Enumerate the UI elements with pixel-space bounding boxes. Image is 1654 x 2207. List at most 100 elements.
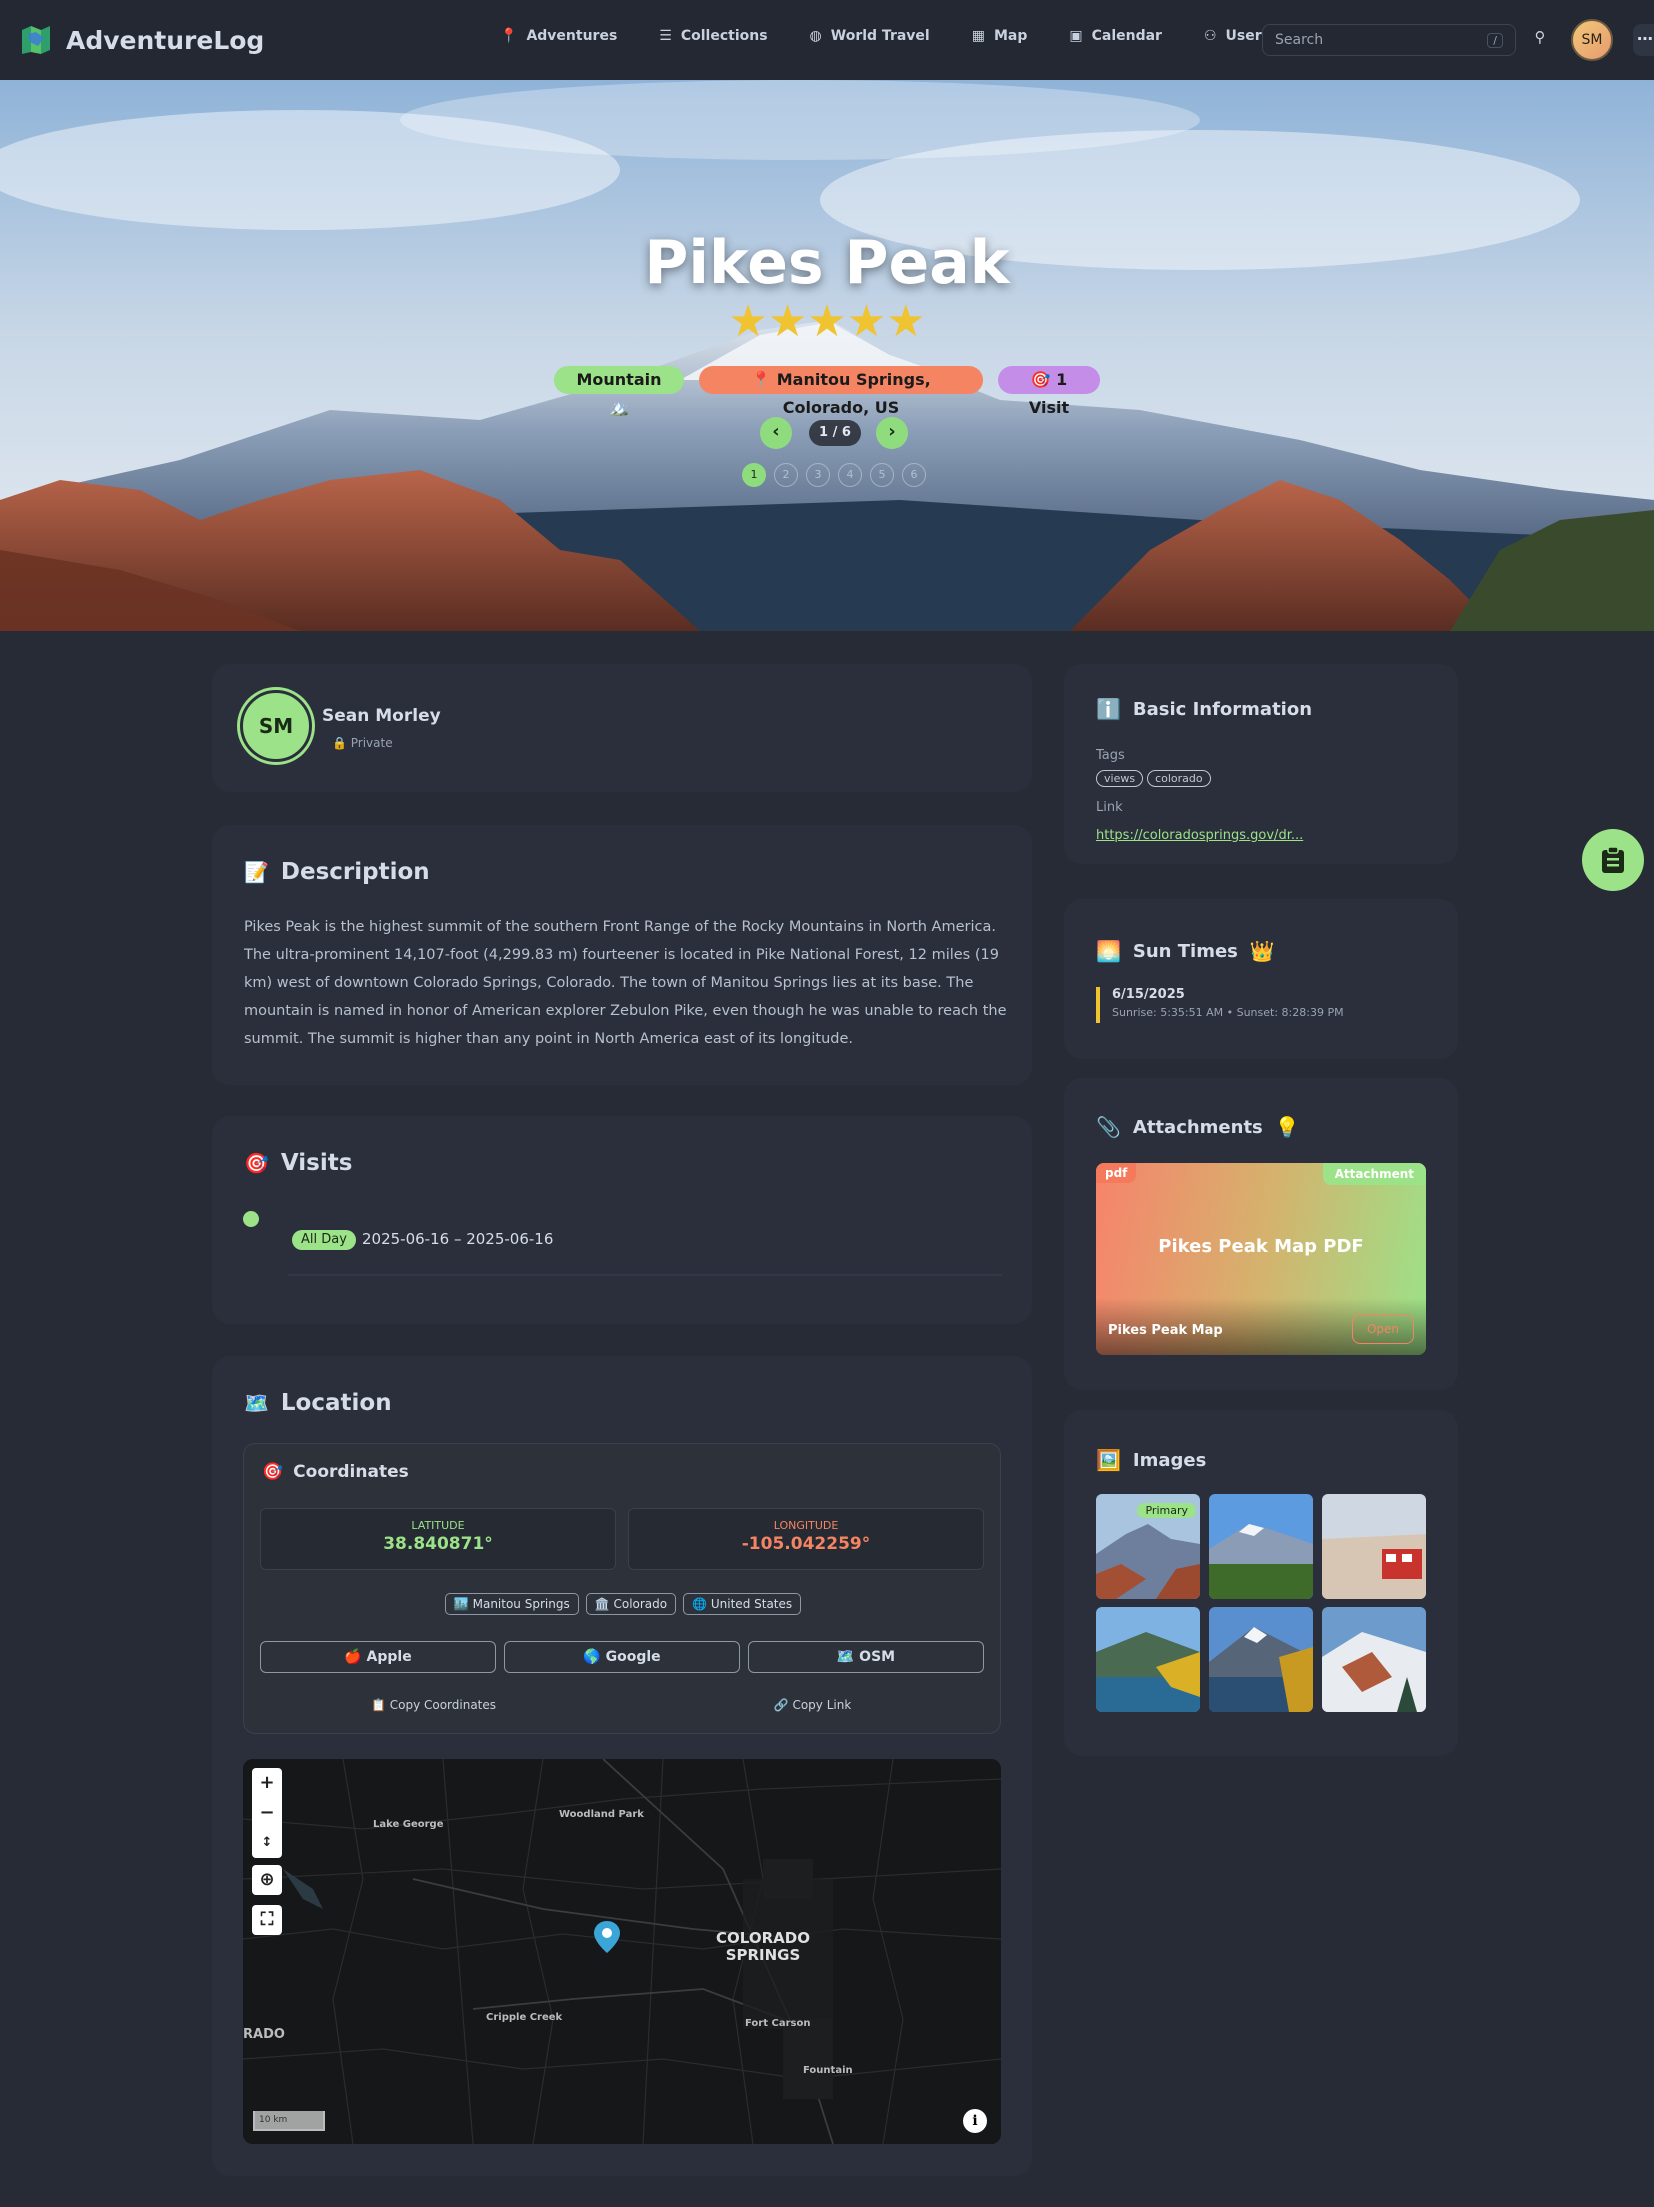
images-heading: 🖼️ Images — [1096, 1448, 1206, 1472]
osm-button[interactable]: 🗺️ OSM — [748, 1641, 984, 1673]
location-badge[interactable]: 📍 Manitou Springs, Colorado, US — [699, 366, 983, 417]
users-icon: ⚇ — [1203, 28, 1217, 44]
geolocate-button[interactable]: ⊕ — [252, 1865, 282, 1895]
image-thumbnail[interactable] — [1209, 1494, 1313, 1599]
sun-times-text: Sunrise: 5:35:51 AM • Sunset: 8:28:39 PM — [1112, 1006, 1344, 1019]
nav-world-travel[interactable]: ◍ World Travel — [810, 28, 930, 44]
thumbnail-image — [1322, 1607, 1426, 1712]
globe-icon: ◍ — [809, 28, 822, 44]
description-text: Pikes Peak is the highest summit of the … — [244, 919, 1007, 1047]
attachment-item[interactable]: pdf Attachment Pikes Peak Map PDF Pikes … — [1096, 1163, 1426, 1355]
nav-adventures[interactable]: 📍 Adventures — [500, 28, 617, 44]
carousel-counter: 1 / 6 — [809, 420, 861, 446]
nav-collections-label: Collections — [680, 28, 768, 44]
longitude-label: LONGITUDE — [773, 1519, 839, 1532]
attachments-heading: 📎 Attachments 💡 — [1096, 1115, 1300, 1139]
map-provider-buttons: 🍎 Apple 🌎 Google 🗺️ OSM — [260, 1641, 984, 1673]
sun-times-card: 🌅 Sun Times 👑 6/15/2025 Sunrise: 5:35:51… — [1064, 899, 1458, 1059]
visits-badge: 🎯 1 Visit — [998, 366, 1100, 417]
search-icon[interactable]: ⚲ — [1528, 28, 1552, 52]
description-card: 📝 Description Pikes Peak is the highest … — [212, 825, 1032, 1085]
latitude-label: LATITUDE — [411, 1519, 465, 1532]
owner-avatar: SM — [240, 690, 312, 762]
external-link[interactable]: https://coloradosprings.gov/dr... — [1096, 828, 1303, 843]
more-menu-button[interactable]: ⋯ — [1633, 24, 1654, 56]
zoom-out-button[interactable]: − — [252, 1798, 282, 1828]
tags-label: Tags — [1096, 748, 1125, 763]
crown-icon: 👑 — [1249, 939, 1275, 963]
carousel-next-button[interactable]: › — [876, 417, 908, 449]
carousel-prev-button[interactable]: ‹ — [760, 417, 792, 449]
privacy-label: 🔒 Private — [332, 736, 393, 750]
image-thumbnail[interactable] — [1322, 1494, 1426, 1599]
basic-info-card: ℹ️ Basic Information Tags views colorado… — [1064, 664, 1458, 864]
nav-calendar-label: Calendar — [1091, 28, 1162, 44]
carousel-dot[interactable]: 1 — [742, 463, 766, 487]
search-input[interactable] — [1275, 32, 1488, 48]
map-label-lake-george: Lake George — [373, 1819, 444, 1830]
picture-icon: 🖼️ — [1096, 1448, 1121, 1472]
thumbnail-image — [1096, 1607, 1200, 1712]
nav-adventures-label: Adventures — [526, 28, 618, 44]
copy-link-button[interactable]: 🔗 Copy Link — [623, 1698, 1002, 1712]
description-heading: 📝 Description — [244, 859, 430, 885]
brand-name: AdventureLog — [66, 25, 265, 55]
location-map[interactable]: + − ↕ ⊕ ⛶ Lake George Woodland Park COLO… — [243, 1759, 1001, 2144]
search-shortcut: / — [1487, 32, 1503, 48]
images-card: 🖼️ Images Primary — [1064, 1410, 1458, 1756]
carousel-dot[interactable]: 4 — [838, 463, 862, 487]
image-thumbnail[interactable] — [1209, 1607, 1313, 1712]
nav-map[interactable]: ▦ Map — [972, 28, 1028, 44]
owner-card: SM Sean Morley 🔒 Private — [212, 664, 1032, 792]
info-icon[interactable]: i — [963, 2109, 987, 2133]
visit-date-range: 2025-06-16 – 2025-06-16 — [362, 1230, 554, 1248]
attachment-title: Pikes Peak Map PDF — [1158, 1236, 1364, 1257]
clipboard-fab-button[interactable] — [1582, 829, 1644, 891]
location-heading: 🗺️ Location — [244, 1390, 392, 1416]
latitude-value: 38.840871° — [383, 1534, 493, 1554]
basic-info-title: Basic Information — [1132, 698, 1313, 720]
target-icon: 🎯 — [262, 1462, 284, 1482]
compass-button[interactable]: ↕ — [252, 1828, 282, 1858]
location-tags: 🏙️ Manitou Springs 🏛️ Colorado 🌐 United … — [244, 1593, 1002, 1615]
map-logo-icon — [22, 26, 50, 54]
lightbulb-icon: 💡 — [1274, 1115, 1300, 1139]
map-label-fountain: Fountain — [803, 2065, 853, 2076]
image-thumbnail[interactable] — [1096, 1607, 1200, 1712]
category-badge: Mountain 🏔️ — [554, 366, 684, 417]
nav-calendar[interactable]: ▣ Calendar — [1069, 28, 1162, 44]
map-label-colorado: RADO — [243, 2027, 285, 2042]
attachments-card: 📎 Attachments 💡 pdf Attachment Pikes Pea… — [1064, 1078, 1458, 1390]
paperclip-icon: 📎 — [1096, 1115, 1121, 1139]
region-tag: 🏛️ Colorado — [585, 1593, 677, 1615]
visits-title: Visits — [280, 1150, 353, 1176]
image-thumbnail[interactable] — [1322, 1607, 1426, 1712]
description-title: Description — [280, 859, 430, 885]
nav-users[interactable]: ⚇ Users — [1204, 28, 1270, 44]
image-thumbnail[interactable]: Primary — [1096, 1494, 1200, 1599]
fullscreen-button[interactable]: ⛶ — [252, 1905, 282, 1935]
apple-maps-button[interactable]: 🍎 Apple — [260, 1641, 496, 1673]
user-avatar[interactable]: SM — [1571, 19, 1613, 61]
sunrise-icon: 🌅 — [1096, 939, 1121, 963]
open-attachment-button[interactable]: Open — [1352, 1314, 1414, 1344]
visit-divider — [288, 1274, 1002, 1276]
zoom-controls: + − ↕ — [252, 1768, 282, 1858]
carousel-controls: ‹ 1 / 6 › — [760, 417, 908, 449]
coordinates-heading: 🎯 Coordinates — [262, 1462, 409, 1482]
carousel-dot[interactable]: 3 — [806, 463, 830, 487]
carousel-dot[interactable]: 2 — [774, 463, 798, 487]
location-pin-icon[interactable] — [592, 1919, 622, 1955]
location-card: 🗺️ Location 🎯 Coordinates LATITUDE 38.84… — [212, 1356, 1032, 2176]
attachment-footer: Pikes Peak Map Open — [1096, 1298, 1426, 1355]
nav-world-travel-label: World Travel — [830, 28, 930, 44]
carousel-dot[interactable]: 5 — [870, 463, 894, 487]
google-maps-button[interactable]: 🌎 Google — [504, 1641, 740, 1673]
zoom-in-button[interactable]: + — [252, 1768, 282, 1798]
tag: colorado — [1147, 770, 1211, 787]
nav-map-label: Map — [993, 28, 1028, 44]
brand-link[interactable]: AdventureLog — [20, 24, 264, 56]
nav-collections[interactable]: ☰ Collections — [659, 28, 767, 44]
copy-coordinates-button[interactable]: 📋 Copy Coordinates — [244, 1698, 623, 1712]
carousel-dot[interactable]: 6 — [902, 463, 926, 487]
